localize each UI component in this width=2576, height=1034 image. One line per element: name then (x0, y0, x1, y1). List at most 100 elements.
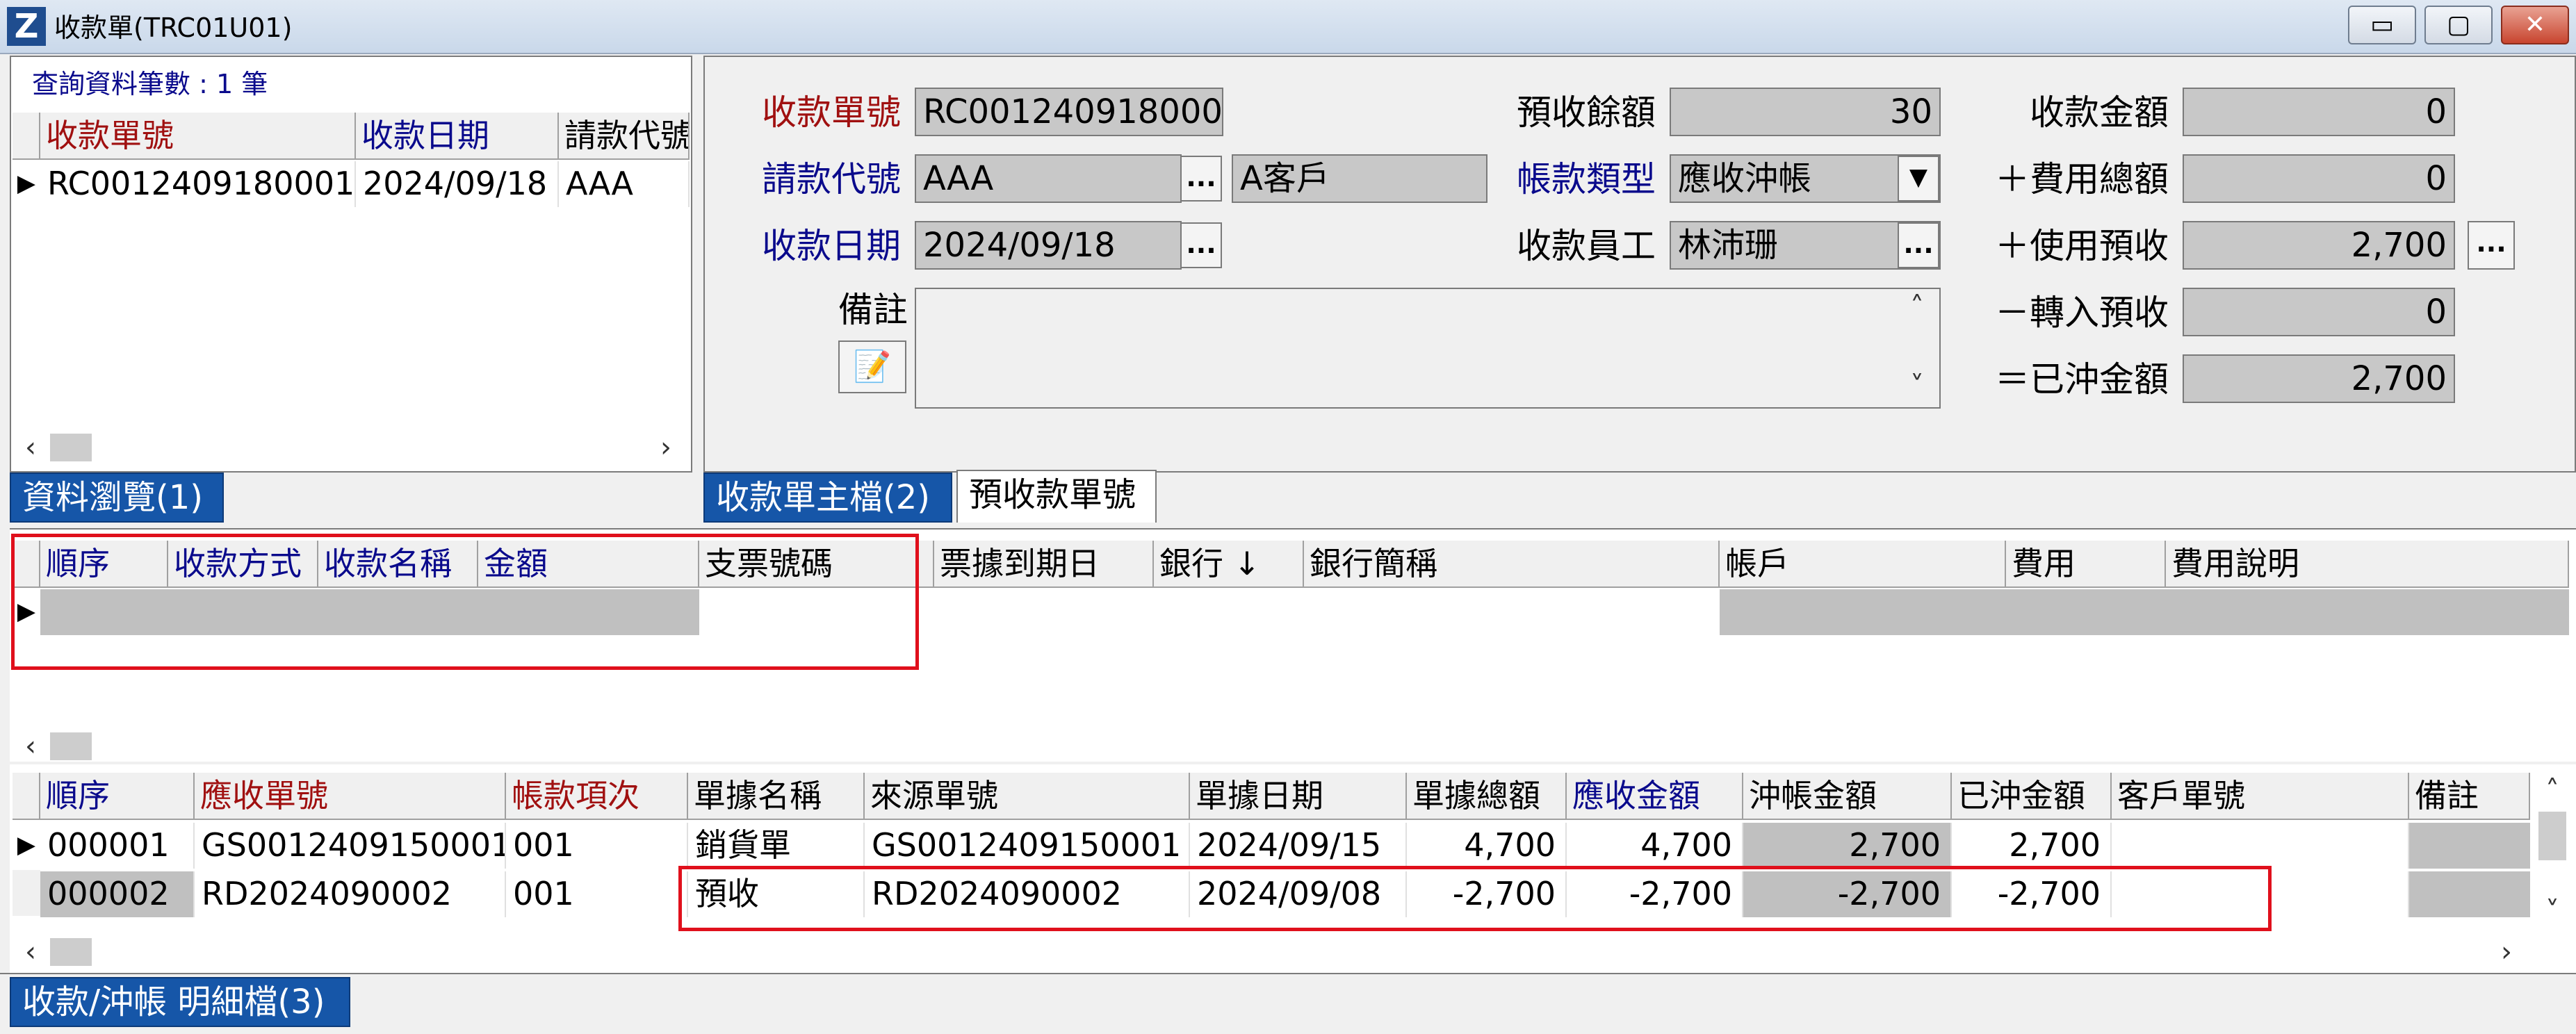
window-title: 收款單(TRC01U01) (54, 13, 293, 43)
tab-detail[interactable]: 收款/沖帳 明細檔(3) (10, 977, 350, 1027)
detail-col-doc-date[interactable]: 單據日期 (1190, 773, 1407, 820)
browse-cell-receipt-date[interactable]: 2024/09/18 (356, 161, 559, 207)
use-prepaid-label: ＋使用預收 (1995, 226, 2169, 266)
detail-col-doc-name[interactable]: 單據名稱 (688, 773, 865, 820)
detail-current-row-icon: ▶ (17, 831, 36, 859)
detail-row-indicator-header (13, 773, 40, 820)
receipt-date-picker-button[interactable]: ... (1180, 222, 1222, 268)
settled-field: 2,700 (2183, 354, 2455, 403)
detail-scroll-right-icon[interactable]: › (2493, 937, 2520, 967)
detail-hscroll-thumb[interactable] (50, 938, 92, 966)
receipt-date-field[interactable]: 2024/09/18 (915, 221, 1182, 270)
fee-total-label: ＋費用總額 (1995, 159, 2169, 199)
window: Z 收款單(TRC01U01) ▭ ▢ ✕ 查詢資料筆數 : 1 筆 收款單號 … (0, 0, 2576, 1034)
detail-col-settled[interactable]: 已沖金額 (1952, 773, 2112, 820)
current-row-icon: ▶ (17, 170, 36, 197)
memo-scroll-down-icon[interactable]: ˅ (1902, 371, 1932, 402)
detail-cell-ar-no[interactable]: RD2024090002 (195, 871, 506, 917)
browse-col-receipt-date[interactable]: 收款日期 (356, 113, 559, 160)
prepaid-balance-field: 30 (1670, 88, 1941, 136)
highlight-payment-columns (11, 534, 919, 670)
browse-col-receipt-no[interactable]: 收款單號 (40, 113, 356, 160)
browse-row-indicator-header (13, 113, 40, 160)
receipt-no-label: 收款單號 (762, 92, 901, 133)
detail-col-offset[interactable]: 沖帳金額 (1743, 773, 1952, 820)
memo-label: 備註 (838, 290, 908, 330)
detail-cell-item[interactable]: 001 (506, 823, 688, 869)
use-prepaid-lookup-button[interactable]: ... (2468, 221, 2515, 270)
memo-edit-button[interactable]: 📝 (838, 340, 906, 393)
detail-col-memo[interactable]: 備註 (2409, 773, 2530, 820)
payment-col-fee[interactable]: 費用 (2006, 541, 2166, 588)
tab-browse[interactable]: 資料瀏覽(1) (10, 473, 224, 523)
memo-scroll-up-icon[interactable]: ˄ (1902, 292, 1932, 322)
detail-col-item[interactable]: 帳款項次 (506, 773, 688, 820)
detail-cell-src-no[interactable]: GS0012409150001 (865, 823, 1190, 869)
detail-cell-doc-name[interactable]: 銷貨單 (688, 823, 865, 869)
detail-col-doc-total[interactable]: 單據總額 (1407, 773, 1567, 820)
browse-grid (13, 113, 690, 432)
payment-col-bank-short[interactable]: 銀行簡稱 (1304, 541, 1720, 588)
tab-prepaid[interactable]: 預收款單號 (956, 470, 1157, 523)
detail-col-seq[interactable]: 順序 (40, 773, 195, 820)
detail-scroll-up-icon[interactable]: ˄ (2536, 776, 2569, 809)
receipt-no-field[interactable]: RC0012409180001 (915, 88, 1223, 136)
title-bar[interactable] (0, 0, 2576, 54)
receipt-date-label: 收款日期 (762, 226, 901, 266)
detail-cell-seq[interactable]: 000002 (40, 871, 195, 917)
detail-cell-doc-date[interactable]: 2024/09/15 (1190, 823, 1407, 869)
browse-cell-receipt-no[interactable]: RC0012409180001 (40, 161, 356, 207)
detail-col-ar-no[interactable]: 應收單號 (195, 773, 506, 820)
detail-row2-indicator (13, 870, 40, 916)
tab-master[interactable]: 收款單主檔(2) (703, 473, 952, 523)
detail-cell-offset[interactable]: 2,700 (1743, 823, 1952, 869)
detail-col-src-no[interactable]: 來源單號 (865, 773, 1190, 820)
bill-code-label: 請款代號 (762, 159, 901, 199)
memo-textarea[interactable] (915, 288, 1941, 409)
browse-cell-bill-code[interactable]: AAA (559, 161, 690, 207)
browse-scroll-right-icon[interactable]: › (652, 432, 680, 463)
employee-lookup-button[interactable]: ... (1898, 222, 1939, 268)
detail-cell-cust-no[interactable] (2112, 823, 2409, 869)
bill-code-field[interactable]: AAA (915, 154, 1182, 203)
payment-scroll-left-icon[interactable]: ‹ (17, 731, 44, 762)
payment-col-bank[interactable]: 銀行 ↓ (1154, 541, 1304, 588)
detail-vscroll-thumb[interactable] (2538, 812, 2566, 860)
detail-col-cust-no[interactable]: 客戶單號 (2112, 773, 2409, 820)
browse-col-bill-code[interactable]: 請款代號 (559, 113, 690, 160)
employee-label: 收款員工 (1517, 226, 1656, 266)
detail-cell-memo[interactable] (2409, 871, 2530, 917)
transfer-prepaid-field: 0 (2183, 288, 2455, 336)
detail-col-ar-amt[interactable]: 應收金額 (1567, 773, 1743, 820)
record-count-label: 查詢資料筆數 : 1 筆 (32, 69, 268, 99)
detail-scroll-left-icon[interactable]: ‹ (17, 937, 44, 967)
minimize-icon: ▭ (2370, 10, 2394, 39)
browse-scroll-thumb[interactable] (50, 434, 92, 461)
detail-cell-ar-no[interactable]: GS0012409150001 (195, 823, 506, 869)
detail-cell-memo[interactable] (2409, 823, 2530, 869)
document-edit-icon: 📝 (853, 349, 892, 384)
detail-cell-seq[interactable]: 000001 (40, 823, 195, 869)
prepaid-balance-label: 預收餘額 (1517, 92, 1656, 133)
close-button[interactable]: ✕ (2501, 6, 2569, 44)
payment-col-fee-desc[interactable]: 費用說明 (2166, 541, 2569, 588)
highlight-prepaid-row (678, 866, 2272, 931)
maximize-icon: ▢ (2446, 10, 2470, 39)
detail-scroll-down-icon[interactable]: ˅ (2536, 896, 2569, 930)
payment-scroll-thumb[interactable] (50, 732, 92, 760)
payment-col-account[interactable]: 帳戶 (1720, 541, 2006, 588)
browse-scroll-left-icon[interactable]: ‹ (17, 432, 44, 463)
payment-empty-row-fee[interactable] (1720, 589, 2569, 635)
app-icon: Z (7, 7, 46, 46)
detail-cell-item[interactable]: 001 (506, 871, 688, 917)
minimize-button[interactable]: ▭ (2348, 6, 2416, 44)
amount-label: 收款金額 (2030, 92, 2169, 133)
detail-cell-doc-total[interactable]: 4,700 (1407, 823, 1567, 869)
detail-cell-settled[interactable]: 2,700 (1952, 823, 2112, 869)
bill-code-lookup-button[interactable]: ... (1180, 156, 1222, 202)
detail-cell-ar-amt[interactable]: 4,700 (1567, 823, 1743, 869)
maximize-button[interactable]: ▢ (2424, 6, 2493, 44)
account-type-dropdown-icon[interactable]: ▼ (1898, 156, 1939, 202)
bottom-divider (0, 973, 2576, 974)
payment-col-due-date[interactable]: 票據到期日 (934, 541, 1154, 588)
